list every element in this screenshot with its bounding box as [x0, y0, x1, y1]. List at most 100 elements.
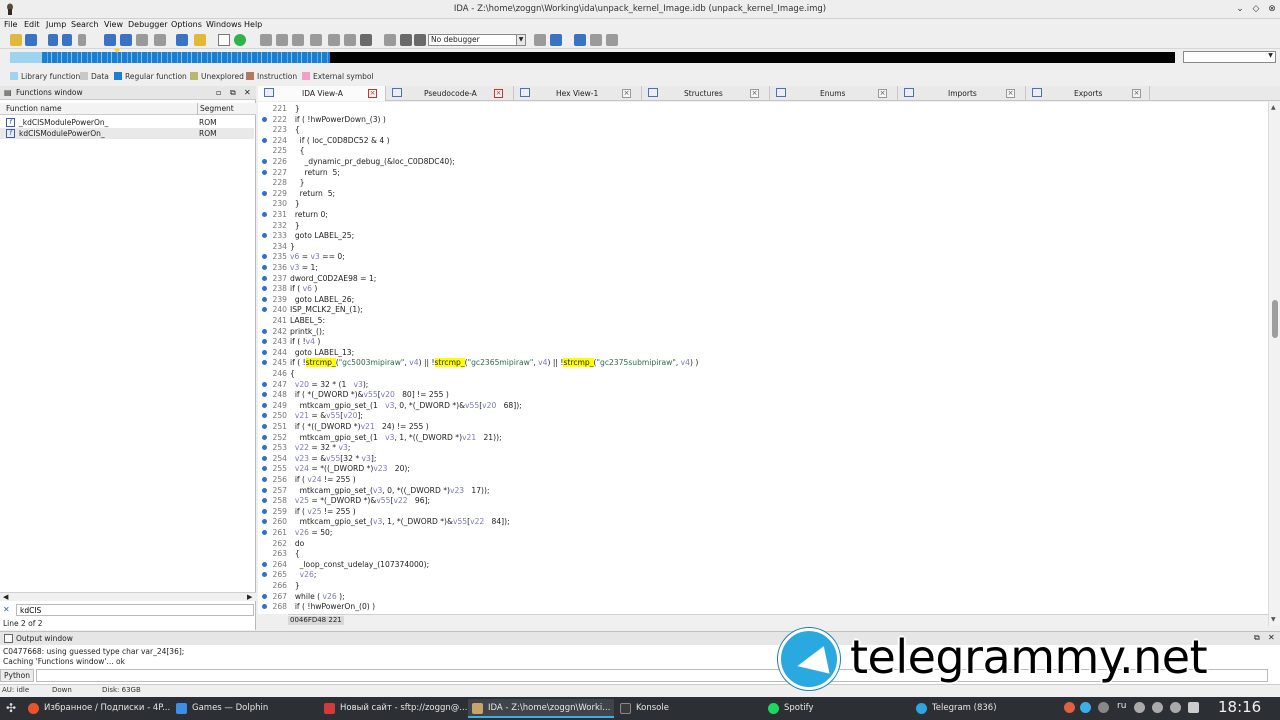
python-button[interactable]: Python	[0, 669, 34, 682]
breakpoint-dot-icon[interactable]	[262, 561, 267, 567]
network-icon[interactable]	[1152, 702, 1163, 713]
tab-hex-view-1[interactable]: Hex View-1 ×	[514, 86, 642, 101]
code-line[interactable]: 230 }	[258, 198, 1268, 209]
menu-file[interactable]: File	[4, 20, 17, 29]
filter-input[interactable]	[16, 604, 254, 616]
forward-arrow-icon[interactable]	[62, 34, 72, 46]
column-function-name[interactable]: Function name	[6, 104, 62, 113]
tab-exports[interactable]: Exports ×	[1026, 86, 1150, 101]
volume-icon[interactable]	[1134, 702, 1145, 713]
close-icon[interactable]: ⊗	[1266, 3, 1278, 15]
breakpoint-dot-icon[interactable]	[262, 137, 267, 143]
code-vscroll[interactable]: ▲ ▼	[1268, 102, 1280, 626]
breakpoint-dot-icon[interactable]	[262, 212, 267, 217]
tab-imports[interactable]: Imports ×	[898, 86, 1026, 101]
string-icon[interactable]	[292, 34, 304, 46]
close-icon[interactable]: ✕	[244, 88, 251, 97]
code-line[interactable]: 267 while ( v26 );	[258, 591, 1268, 602]
code-line[interactable]: 245 if ( !strcmp_("gc5003mipiraw", v4) ||…	[258, 357, 1268, 368]
code-line[interactable]: 224 if ( loc_C0D8DC52 & 4 )	[258, 135, 1268, 146]
maximize-icon[interactable]: ◇	[1250, 3, 1262, 15]
clear-filter-icon[interactable]: ✕	[3, 605, 12, 614]
code-line[interactable]: 240 ISP_MCLK2_EN_(1);	[258, 304, 1268, 315]
code-line[interactable]: 244 goto LABEL_13;	[258, 347, 1268, 358]
folder-icon[interactable]	[194, 34, 206, 46]
scroll-up-icon[interactable]: ▲	[1271, 104, 1276, 111]
code-line[interactable]: 234}	[258, 241, 1268, 252]
breakpoint-dot-icon[interactable]	[262, 254, 267, 260]
code-line[interactable]: 247 v20 = 32 * (1 v3);	[258, 379, 1268, 390]
code-line[interactable]: 262 do	[258, 538, 1268, 549]
breakpoint-dot-icon[interactable]	[262, 169, 267, 175]
breakpoint-dot-icon[interactable]	[262, 233, 267, 239]
code-line[interactable]: 260 mtkcam_gpio_set_(v3, 1, *(_DWORD *)&…	[258, 516, 1268, 527]
tools-icon[interactable]	[606, 34, 618, 46]
breakpoint-dot-icon[interactable]	[262, 265, 267, 270]
segment-select[interactable]: ▼	[1183, 51, 1276, 63]
tray-disk-icon[interactable]	[1098, 702, 1109, 713]
breakpoint-dot-icon[interactable]	[262, 604, 267, 610]
text-view-icon[interactable]	[218, 34, 230, 46]
down-arrow-icon[interactable]	[176, 34, 188, 46]
breakpoint-dot-icon[interactable]	[262, 466, 267, 472]
code-line[interactable]: 259 if ( v25 != 255 )	[258, 506, 1268, 517]
code-line[interactable]: 266 }	[258, 580, 1268, 591]
menu-search[interactable]: Search	[71, 20, 98, 29]
menu-options[interactable]: Options	[171, 20, 202, 29]
code-line[interactable]: 226 _dynamic_pr_debug_(&loc_C0D8DC40);	[258, 156, 1268, 167]
tab-pseudocode-a[interactable]: Pseudocode-A ×	[386, 86, 514, 101]
undefine-icon[interactable]	[328, 34, 340, 46]
text-search-icon[interactable]	[136, 34, 148, 46]
minimize-icon[interactable]: ⌄	[1234, 3, 1246, 15]
code-icon[interactable]	[260, 34, 272, 46]
breakpoint-dot-icon[interactable]	[262, 296, 267, 302]
code-line[interactable]: 243 if ( !v4 )	[258, 336, 1268, 347]
code-line[interactable]: 249 mtkcam_gpio_set_(1 v3, 0, *(_DWORD *…	[258, 400, 1268, 411]
tray-expand-icon[interactable]	[1188, 702, 1199, 713]
breakpoint-dot-icon[interactable]	[262, 572, 267, 578]
column-segment[interactable]: Segment	[200, 104, 234, 113]
menu-debugger[interactable]: Debugger	[128, 20, 168, 29]
close-tab-icon[interactable]: ×	[750, 89, 759, 98]
close-tab-icon[interactable]: ×	[494, 89, 503, 98]
task-konsole[interactable]: Konsole	[616, 699, 762, 718]
breakpoint-dot-icon[interactable]	[262, 307, 267, 313]
breakpoint-dot-icon[interactable]	[262, 349, 267, 355]
open-file-icon[interactable]	[10, 34, 22, 46]
menu-help[interactable]: Help	[244, 20, 262, 29]
task-firefox[interactable]: Избранное / Подписки - 4P...	[24, 699, 170, 718]
breakpoint-dot-icon[interactable]	[262, 392, 267, 398]
code-line[interactable]: 263 {	[258, 548, 1268, 559]
scroll-right-icon[interactable]: ▶	[247, 593, 252, 601]
close-tab-icon[interactable]: ×	[368, 89, 377, 98]
breakpoint-dot-icon[interactable]	[262, 116, 267, 122]
pin-icon[interactable]: ⧉	[230, 88, 236, 98]
breakpoint-dot-icon[interactable]	[262, 381, 267, 387]
tab-enums[interactable]: Enums ×	[770, 86, 898, 101]
task-dolphin[interactable]: Games — Dolphin	[172, 699, 318, 718]
breakpoint-dot-icon[interactable]	[262, 519, 267, 525]
menu-view[interactable]: View	[104, 20, 123, 29]
scroll-thumb[interactable]	[1272, 300, 1278, 338]
code-line[interactable]: 265 v26;	[258, 569, 1268, 580]
code-line[interactable]: 252 mtkcam_gpio_set_(1 v3, 1, *((_DWORD …	[258, 432, 1268, 443]
clock[interactable]: 18:16	[1218, 698, 1261, 716]
graph-icon[interactable]	[574, 34, 586, 46]
struct-icon[interactable]	[344, 34, 356, 46]
close-tab-icon[interactable]: ×	[878, 89, 887, 98]
breakpoint-dot-icon[interactable]	[262, 498, 267, 504]
code-line[interactable]: 232 }	[258, 220, 1268, 231]
menu-edit[interactable]: Edit	[24, 20, 40, 29]
breakpoint-dot-icon[interactable]	[262, 402, 267, 408]
code-line[interactable]: 236 v3 = 1;	[258, 262, 1268, 273]
breakpoint-dot-icon[interactable]	[262, 360, 267, 366]
tab-structures[interactable]: Structures ×	[642, 86, 770, 101]
search-next-icon[interactable]	[154, 34, 166, 46]
code-line[interactable]: 251 if ( *((_DWORD *)v21 24) != 255 )	[258, 421, 1268, 432]
code-line[interactable]: 254 v23 = &v55[32 * v3];	[258, 453, 1268, 464]
code-line[interactable]: 222 if ( !hwPowerDown_(3) )	[258, 114, 1268, 125]
back-arrow-icon[interactable]	[48, 34, 58, 46]
code-line[interactable]: 231 return 0;	[258, 209, 1268, 220]
pause-icon[interactable]	[400, 34, 412, 46]
code-line[interactable]: 246{	[258, 368, 1268, 379]
